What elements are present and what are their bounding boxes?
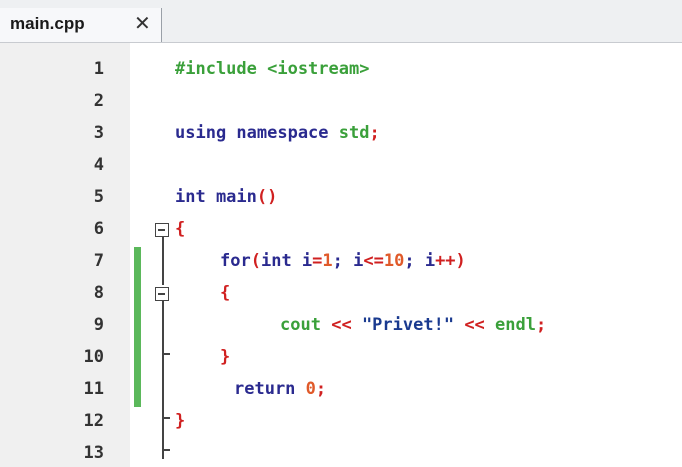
- fold-collapse-icon[interactable]: [155, 223, 169, 237]
- code-line-10: }: [220, 347, 230, 367]
- code-editor[interactable]: 1 2 3 4 5 6 7 8 9 10 11 12 13 #include <…: [0, 43, 682, 467]
- line-number: 9: [93, 315, 104, 335]
- line-number: 7: [93, 251, 104, 271]
- preprocessor-directive: #include <iostream>: [175, 59, 370, 79]
- line-number: 4: [93, 155, 104, 175]
- number-literal: 10: [383, 251, 405, 271]
- endl-identifier: endl: [495, 315, 536, 335]
- namespace-name: std: [338, 123, 370, 143]
- loop-var-decl: int i: [260, 251, 313, 271]
- string-literal: "Privet!": [361, 315, 455, 335]
- line-number-gutter: 1 2 3 4 5 6 7 8 9 10 11 12 13: [0, 43, 130, 467]
- code-line-11: return 0;: [234, 379, 326, 399]
- return-keyword: return: [234, 379, 296, 399]
- fold-end-marker: [162, 449, 170, 451]
- loop-inc-var: ; i: [404, 251, 436, 271]
- line-number: 1: [93, 59, 104, 79]
- line-number: 10: [83, 347, 104, 367]
- close-brace: }: [220, 347, 231, 367]
- semicolon: ;: [536, 315, 547, 335]
- loop-cond-var: ; i: [332, 251, 364, 271]
- fold-guide-line: [162, 237, 164, 285]
- code-line-9: cout << "Privet!" << endl;: [280, 315, 546, 335]
- paren: ): [455, 251, 466, 271]
- stream-op: <<: [464, 315, 485, 335]
- code-line-3: using namespace std;: [175, 123, 380, 143]
- tab-bar: main.cpp ✕: [0, 0, 682, 43]
- line-number: 5: [93, 187, 104, 207]
- using-keyword: using namespace: [175, 123, 329, 143]
- code-line-8: {: [220, 283, 230, 303]
- assign-op: =: [312, 251, 323, 271]
- line-number: 3: [93, 123, 104, 143]
- code-line-7: for(int i=1; i<=10; i++): [220, 251, 466, 271]
- code-line-5: int main(): [175, 187, 277, 207]
- increment-op: ++: [435, 251, 456, 271]
- open-brace: {: [220, 283, 231, 303]
- semicolon: ;: [369, 123, 380, 143]
- close-brace: }: [175, 411, 186, 431]
- tab-label: main.cpp: [10, 14, 85, 33]
- code-line-6: {: [175, 219, 185, 239]
- change-marker: [134, 247, 141, 407]
- line-number: 11: [83, 379, 104, 399]
- fold-guide-line: [162, 301, 164, 459]
- fold-collapse-icon[interactable]: [155, 287, 169, 301]
- line-number: 12: [83, 411, 104, 431]
- paren: (: [250, 251, 261, 271]
- semicolon: ;: [315, 379, 327, 399]
- close-icon[interactable]: ✕: [134, 11, 151, 36]
- line-number: 2: [93, 91, 104, 111]
- compare-op: <=: [363, 251, 384, 271]
- for-keyword: for: [220, 251, 251, 271]
- fold-end-marker: [162, 417, 170, 419]
- code-line-1: #include <iostream>: [175, 59, 369, 79]
- line-number: 6: [93, 219, 104, 239]
- number-literal: 0: [305, 379, 316, 399]
- code-line-12: }: [175, 411, 185, 431]
- line-number: 13: [83, 443, 104, 463]
- open-brace: {: [175, 219, 186, 239]
- tab-main-cpp[interactable]: main.cpp ✕: [0, 8, 162, 42]
- fold-end-marker: [162, 353, 170, 355]
- stream-op: <<: [331, 315, 352, 335]
- line-number: 8: [93, 283, 104, 303]
- parens: (): [256, 187, 278, 207]
- cout-identifier: cout: [280, 315, 321, 335]
- main-signature: int main: [175, 187, 257, 207]
- number-literal: 1: [322, 251, 333, 271]
